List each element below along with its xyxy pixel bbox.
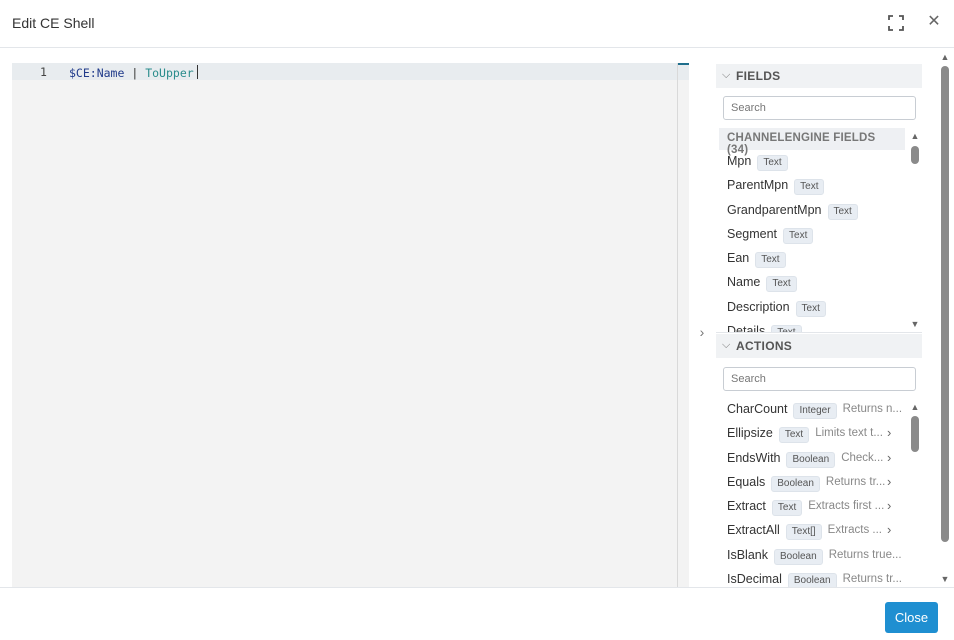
type-badge: Text xyxy=(827,203,858,220)
action-description: Limits text t... xyxy=(815,427,883,440)
editor-minimap-border xyxy=(677,63,678,587)
chevron-right-icon[interactable]: › xyxy=(887,450,891,465)
outer-scrollbar-thumb[interactable] xyxy=(941,66,949,542)
actions-list-item[interactable]: EndsWith Boolean Check... › xyxy=(719,447,905,471)
chevron-right-icon[interactable]: › xyxy=(887,522,891,537)
actions-item-name: Equals xyxy=(727,474,766,489)
action-description: Returns n... xyxy=(842,403,903,415)
collapse-panel-chevron-icon[interactable]: › xyxy=(695,324,709,340)
type-badge: Text xyxy=(755,252,786,269)
fields-list: Mpn Text ParentMpn Text GrandparentMpn Text Se… xyxy=(719,150,905,332)
close-button[interactable]: Close xyxy=(885,602,938,633)
type-badge: Boolean xyxy=(786,451,836,468)
action-description: Returns tr... xyxy=(842,573,902,586)
action-description: Returns true... xyxy=(828,548,902,561)
fields-item-name: Ean xyxy=(727,251,750,266)
actions-list-item[interactable]: Ellipsize Text Limits text t... › xyxy=(719,422,905,446)
outer-scroll-up-icon[interactable]: ▲ xyxy=(940,52,950,62)
action-description: Check... xyxy=(841,451,884,464)
fields-list-item[interactable]: ParentMpn Text xyxy=(719,174,905,198)
action-description: Extracts ... xyxy=(827,524,882,537)
panel-divider xyxy=(716,332,922,333)
actions-scroll-up-icon[interactable]: ▲ xyxy=(910,402,920,412)
dialog-title: Edit CE Shell xyxy=(12,15,95,31)
actions-item-name: ExtractAll xyxy=(727,523,780,538)
type-badge: Text xyxy=(771,325,802,332)
actions-item-name: Ellipsize xyxy=(727,426,773,441)
chevron-right-icon[interactable]: › xyxy=(887,474,891,489)
actions-section-header[interactable]: ⌵ ACTIONS xyxy=(716,334,922,358)
chevron-right-icon[interactable]: › xyxy=(887,425,891,440)
fullscreen-icon[interactable] xyxy=(887,14,905,32)
actions-scrollbar-thumb[interactable] xyxy=(911,416,919,452)
code-token-function: ToUpper xyxy=(145,66,194,80)
fields-list-item[interactable]: Ean Text xyxy=(719,247,905,271)
line-number: 1 xyxy=(40,65,47,79)
fields-item-name: Details xyxy=(727,324,766,332)
actions-header-label: ACTIONS xyxy=(736,339,793,353)
fields-list-item[interactable]: GrandparentMpn Text xyxy=(719,199,905,223)
dialog-titlebar: Edit CE Shell ✕ xyxy=(0,0,954,48)
fields-scroll-down-icon[interactable]: ▼ xyxy=(910,319,920,329)
fields-item-name: ParentMpn xyxy=(727,178,789,193)
actions-list-item[interactable]: Extract Text Extracts first ... › xyxy=(719,495,905,519)
fields-list-item[interactable]: Details Text xyxy=(719,320,905,332)
actions-item-name: IsDecimal xyxy=(727,572,782,587)
type-badge: Text xyxy=(766,276,797,293)
fields-item-name: Segment xyxy=(727,226,778,241)
fields-list-item[interactable]: Name Text xyxy=(719,271,905,295)
type-badge: Text xyxy=(757,155,788,171)
type-badge: Boolean xyxy=(787,573,837,587)
action-description: Extracts first ... xyxy=(808,500,885,513)
fields-scrollbar-thumb[interactable] xyxy=(911,146,919,164)
outer-scroll-down-icon[interactable]: ▼ xyxy=(940,574,950,584)
type-badge: Integer xyxy=(793,403,837,419)
type-badge: Boolean xyxy=(771,475,820,492)
actions-item-name: Extract xyxy=(727,499,766,514)
fields-list-item[interactable]: Mpn Text xyxy=(719,150,905,174)
actions-list-item[interactable]: Equals Boolean Returns tr... › xyxy=(719,471,905,495)
actions-item-name: CharCount xyxy=(727,402,788,416)
fields-group-header: CHANNELENGINE FIELDS (34) xyxy=(719,128,905,156)
fields-header-label: FIELDS xyxy=(736,69,781,83)
chevron-down-icon: ⌵ xyxy=(722,339,731,351)
fields-list-item[interactable]: Description Text xyxy=(719,296,905,320)
actions-list: CharCount Integer Returns n... Ellipsize Tex… xyxy=(719,398,905,587)
actions-list-item[interactable]: IsDecimal Boolean Returns tr... xyxy=(719,568,905,587)
type-badge: Text xyxy=(794,179,825,196)
actions-list-item[interactable]: IsBlank Boolean Returns true... xyxy=(719,544,905,568)
actions-search-input[interactable] xyxy=(723,367,916,391)
fields-scroll-up-icon[interactable]: ▲ xyxy=(910,131,920,141)
actions-list-item[interactable]: ExtractAll Text[] Extracts ... › xyxy=(719,519,905,543)
fields-item-name: GrandparentMpn xyxy=(727,202,822,217)
chevron-right-icon[interactable]: › xyxy=(887,498,891,513)
close-icon[interactable]: ✕ xyxy=(925,13,943,31)
code-editor[interactable]: 1 $CE:Name | ToUpper xyxy=(12,63,689,587)
actions-list-item[interactable]: CharCount Integer Returns n... xyxy=(719,398,905,422)
code-token-variable: $CE:Name xyxy=(69,66,125,80)
code-line[interactable]: $CE:Name | ToUpper xyxy=(69,65,198,80)
type-badge: Text xyxy=(771,500,803,517)
editor-scroll-indicator xyxy=(678,63,689,65)
type-badge: Text xyxy=(778,427,810,444)
text-cursor xyxy=(196,65,198,79)
actions-item-name: EndsWith xyxy=(727,450,781,465)
chevron-down-icon: ⌵ xyxy=(722,69,731,81)
dialog-footer xyxy=(0,587,954,640)
type-badge: Boolean xyxy=(773,548,823,565)
actions-item-name: IsBlank xyxy=(727,547,768,562)
action-description: Returns tr... xyxy=(825,475,886,488)
type-badge: Text[] xyxy=(785,524,822,541)
fields-item-name: Name xyxy=(727,275,761,290)
fields-item-name: Description xyxy=(727,299,790,314)
fields-section-header[interactable]: ⌵ FIELDS xyxy=(716,64,922,88)
type-badge: Text xyxy=(795,300,826,317)
type-badge: Text xyxy=(783,227,814,244)
code-token-pipe: | xyxy=(131,66,139,80)
fields-item-name: Mpn xyxy=(727,154,752,168)
fields-search-input[interactable] xyxy=(723,96,916,120)
fields-list-item[interactable]: Segment Text xyxy=(719,223,905,247)
